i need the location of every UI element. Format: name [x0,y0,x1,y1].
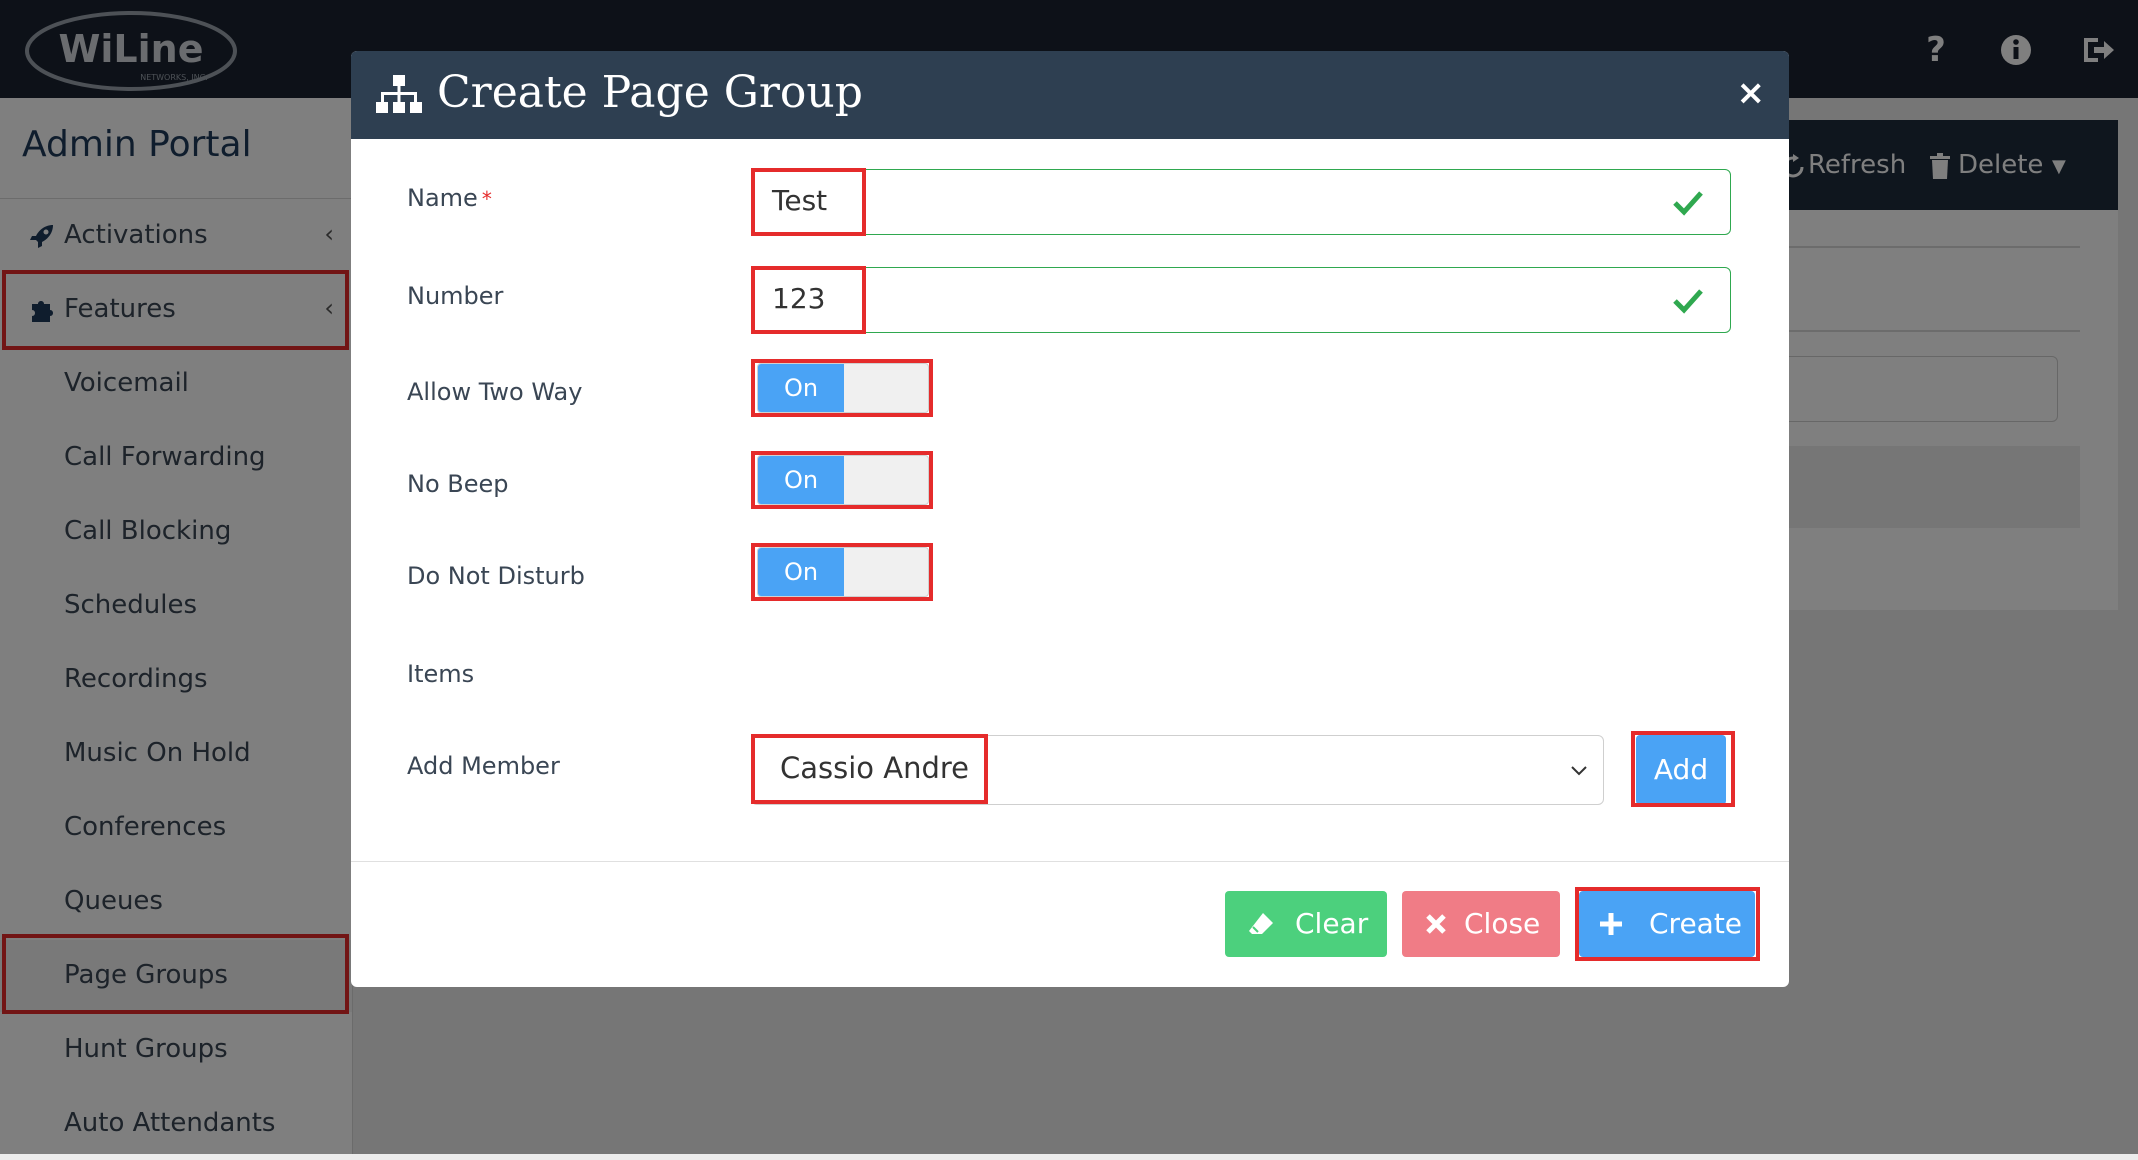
modal-header: Create Page Group × [351,51,1789,139]
required-marker: * [481,187,492,211]
name-field-value: Test [772,184,828,217]
do-not-disturb-label: Do Not Disturb [407,562,585,590]
create-button-label: Create [1649,907,1743,940]
plus-icon [1600,913,1622,935]
name-field[interactable]: Test [751,169,1731,235]
sitemap-icon [376,75,422,113]
create-page-group-modal: Create Page Group × Name * Test Number 12… [351,51,1789,987]
check-icon [1673,191,1703,216]
items-label: Items [407,660,475,688]
add-member-select[interactable]: Cassio Andre [751,735,1604,805]
no-beep-toggle[interactable]: On [757,455,929,505]
toggle-on-label: On [758,364,844,412]
clear-button-label: Clear [1295,907,1369,940]
close-icon[interactable]: × [1737,73,1766,113]
number-field-value: 123 [772,282,826,315]
allow-two-way-label: Allow Two Way [407,378,583,406]
create-button[interactable]: Create [1579,891,1755,957]
add-member-label: Add Member [407,752,560,780]
add-member-selected-value: Cassio Andre [780,751,970,785]
check-icon [1673,289,1703,314]
allow-two-way-toggle[interactable]: On [757,363,929,413]
name-label-text: Name [407,184,478,212]
name-label: Name * [407,184,492,212]
modal-footer-divider [351,861,1789,862]
do-not-disturb-toggle[interactable]: On [757,547,929,597]
toggle-on-label: On [758,548,844,596]
close-button[interactable]: Close [1402,891,1560,957]
clear-button[interactable]: Clear [1225,891,1387,957]
close-button-label: Close [1464,907,1541,940]
chevron-down-icon [1571,766,1587,776]
toggle-on-label: On [758,456,844,504]
eraser-icon [1249,913,1273,934]
no-beep-label: No Beep [407,470,509,498]
x-icon [1426,914,1446,934]
number-label: Number [407,282,504,310]
add-member-button[interactable]: Add [1636,735,1726,805]
number-field[interactable]: 123 [751,267,1731,333]
modal-title: Create Page Group [437,67,863,118]
